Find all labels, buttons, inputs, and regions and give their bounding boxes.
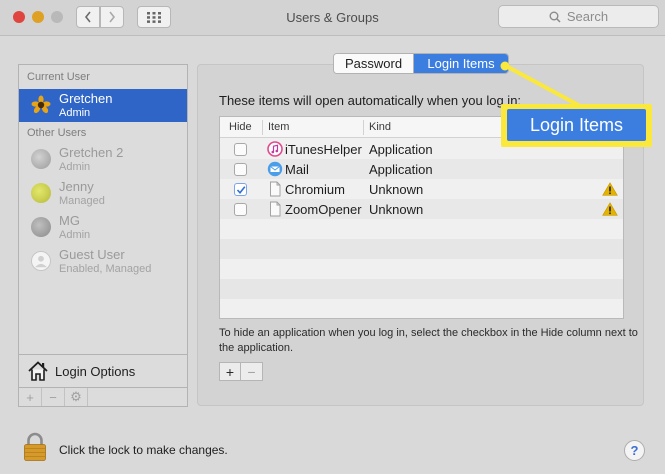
- warning-icon: [602, 202, 618, 216]
- empty-row: [220, 239, 623, 259]
- document-icon: [270, 181, 281, 197]
- avatar-flower-icon: [31, 95, 51, 114]
- hide-checkbox[interactable]: [234, 143, 247, 156]
- item-kind: Unknown: [369, 202, 424, 217]
- empty-row: [220, 299, 623, 318]
- column-divider: [363, 120, 364, 135]
- user-name: Gretchen 2: [59, 145, 124, 160]
- avatar: [31, 149, 51, 169]
- close-window-button[interactable]: [13, 11, 25, 23]
- forward-button[interactable]: [100, 6, 124, 28]
- tab-password[interactable]: Password: [334, 54, 414, 73]
- chevron-right-icon: [109, 11, 116, 23]
- login-options-button[interactable]: Login Options: [18, 354, 188, 388]
- document-icon: [270, 201, 281, 217]
- grid-icon: [147, 11, 161, 23]
- item-name: iTunesHelper: [285, 142, 362, 157]
- table-row[interactable]: Chromium Unknown: [220, 179, 623, 199]
- item-name: Mail: [285, 162, 309, 177]
- login-items-add-remove: + −: [219, 362, 263, 381]
- add-login-item-button[interactable]: +: [220, 363, 242, 380]
- users-groups-window: Users & Groups Search Current User Gretc…: [0, 0, 665, 474]
- help-button[interactable]: ?: [624, 440, 645, 461]
- user-name: Jenny: [59, 179, 94, 194]
- login-items-intro: These items will open automatically when…: [219, 93, 522, 108]
- user-item-gretchen[interactable]: Gretchen Admin: [19, 89, 187, 122]
- window-title: Users & Groups: [286, 10, 379, 25]
- house-icon: [28, 361, 48, 381]
- users-sidebar: Current User Gretchen Admin Other Users …: [18, 64, 188, 355]
- column-kind[interactable]: Kind: [369, 121, 391, 133]
- gear-icon[interactable]: ⚙: [65, 388, 88, 406]
- chevron-left-icon: [84, 11, 91, 23]
- user-role: Managed: [59, 195, 105, 207]
- remove-user-button[interactable]: −: [42, 388, 65, 406]
- title-bar: Users & Groups Search: [0, 0, 665, 36]
- lock-message: Click the lock to make changes.: [59, 443, 228, 457]
- current-user-heading: Current User: [27, 71, 90, 83]
- user-item-guest[interactable]: Guest User Enabled, Managed: [19, 245, 187, 278]
- tab-login-items[interactable]: Login Items: [414, 54, 508, 73]
- item-kind: Application: [369, 162, 433, 177]
- back-button[interactable]: [76, 6, 100, 28]
- remove-login-item-button[interactable]: −: [241, 363, 262, 380]
- callout-label: Login Items: [507, 109, 646, 141]
- column-divider: [262, 120, 263, 135]
- user-role: Admin: [59, 107, 91, 119]
- hide-checkbox[interactable]: [234, 203, 247, 216]
- user-role: Admin: [59, 161, 91, 173]
- user-role: Admin: [59, 229, 91, 241]
- sidebar-controls: + − ⚙: [18, 388, 188, 407]
- tennis-ball-avatar: [31, 183, 51, 203]
- other-users-heading: Other Users: [27, 127, 87, 139]
- show-all-button[interactable]: [137, 6, 171, 28]
- item-name: Chromium: [285, 182, 345, 197]
- hide-checkbox[interactable]: [234, 163, 247, 176]
- add-user-button[interactable]: +: [19, 388, 42, 406]
- empty-row: [220, 279, 623, 299]
- user-item-mg[interactable]: MG Admin: [19, 211, 187, 244]
- user-name: MG: [59, 213, 80, 228]
- hide-checkbox-checked[interactable]: [234, 183, 247, 196]
- user-item-jenny[interactable]: Jenny Managed: [19, 177, 187, 210]
- mail-icon: [267, 161, 283, 177]
- login-items-callout: Login Items: [501, 104, 652, 147]
- item-kind: Unknown: [369, 182, 424, 197]
- zoom-window-button[interactable]: [51, 11, 63, 23]
- empty-row: [220, 259, 623, 279]
- user-name: Guest User: [59, 247, 125, 262]
- hide-hint-text: To hide an application when you log in, …: [219, 327, 638, 354]
- user-name: Gretchen: [59, 91, 113, 106]
- item-kind: Application: [369, 142, 433, 157]
- checkmark-icon: [236, 186, 246, 195]
- warning-icon: [602, 182, 618, 196]
- itunes-icon: [267, 141, 283, 157]
- table-row[interactable]: ZoomOpener Unknown: [220, 199, 623, 219]
- search-icon: [549, 11, 561, 23]
- tab-bar: Password Login Items: [333, 53, 509, 74]
- column-item[interactable]: Item: [268, 121, 289, 133]
- guest-user-icon: [31, 251, 51, 271]
- item-name: ZoomOpener: [285, 202, 362, 217]
- search-field[interactable]: Search: [498, 5, 659, 28]
- avatar: [31, 217, 51, 237]
- user-item-gretchen-2[interactable]: Gretchen 2 Admin: [19, 143, 187, 176]
- lock-icon[interactable]: [23, 432, 47, 462]
- login-options-label: Login Options: [55, 364, 136, 379]
- empty-row: [220, 219, 623, 239]
- column-hide[interactable]: Hide: [229, 121, 252, 133]
- search-placeholder: Search: [566, 9, 609, 24]
- minimize-window-button[interactable]: [32, 11, 44, 23]
- table-row[interactable]: Mail Application: [220, 159, 623, 179]
- user-role: Enabled, Managed: [59, 263, 152, 275]
